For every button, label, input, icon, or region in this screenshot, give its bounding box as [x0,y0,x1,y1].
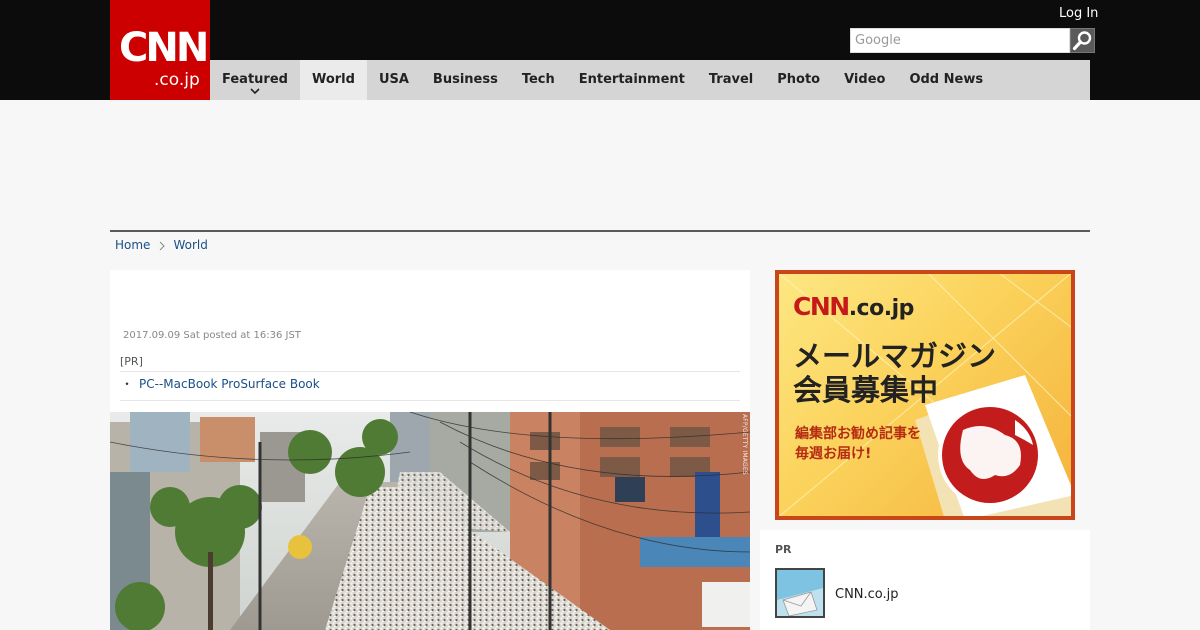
nav-label: Featured [222,72,288,87]
nav-label: Odd News [909,72,984,87]
banner-headline-2: 会員募集中 [793,373,939,407]
posted-timestamp: 2017.09.09 Sat posted at 16:36 JST [123,330,301,341]
banner-brand: CNN.co.jp [793,292,914,324]
side-pr-item[interactable]: CNN.co.jp [835,587,899,603]
pr-link[interactable]: ・ PC--MacBook ProSurface Book [120,376,740,401]
nav-entertainment[interactable]: Entertainment [567,60,697,100]
banner-subtext-1: 編集部お勧め記事を [795,426,921,442]
banner-brand-name: CNN [793,292,850,321]
nav-photo[interactable]: Photo [765,60,832,100]
nav-label: World [311,72,355,87]
breadcrumb-home[interactable]: Home [115,238,150,253]
side-pr-box: PR CNN.co.jp [760,530,1090,630]
cnn-logo[interactable]: CNN .co.jp [110,0,210,100]
magnifier-icon [1072,31,1092,51]
nav-travel[interactable]: Travel [697,60,765,100]
chevron-down-icon [250,88,260,95]
nav-usa[interactable]: USA [367,60,421,100]
top-bar: CNN .co.jp Log In Featured World USA Bus… [0,0,1200,100]
search-button[interactable] [1070,28,1095,53]
nav-label: Photo [777,72,821,87]
bullet: ・ [121,377,134,391]
newsletter-banner[interactable]: CNN.co.jp メールマガジン 会員募集中 編集部お勧め記事を 毎週お届け! [775,270,1075,520]
nav-label: Video [844,72,886,87]
photo-credit: AFP/GETTY IMAGES [741,414,748,475]
chevron-right-icon [160,241,166,250]
nav-featured[interactable]: Featured [210,60,300,100]
banner-brand-sub: .co.jp [848,296,915,321]
nav-label: Tech [521,72,555,87]
nav-label: Travel [708,72,754,87]
nav-world[interactable]: World [299,60,367,100]
side-pr-label: PR [775,543,792,556]
pr-link-text: PC--MacBook ProSurface Book [139,377,320,391]
logo-subtext: .co.jp [154,70,200,90]
nav-label: Business [432,72,498,87]
nav-video[interactable]: Video [832,60,897,100]
nav-business[interactable]: Business [421,60,510,100]
envelope-icon[interactable] [775,568,825,618]
nav-label: Entertainment [578,72,685,87]
breadcrumb-world[interactable]: World [173,238,207,253]
login-link[interactable]: Log In [1059,6,1098,22]
nav-odd-news[interactable]: Odd News [897,60,995,100]
breadcrumb: Home World [115,238,208,253]
main-nav: Featured World USA Business Tech Enterta… [210,60,1090,100]
pr-box: [PR] ・ PC--MacBook ProSurface Book [120,355,740,401]
pr-label: [PR] [120,355,740,372]
banner-headline-1: メールマガジン [793,339,997,373]
banner-subtext-2: 毎週お届け! [795,446,872,462]
article-photo: AFP/GETTY IMAGES [110,412,750,630]
nav-label: USA [378,72,409,87]
nav-tech[interactable]: Tech [510,60,567,100]
logo-text: CNN [119,25,209,71]
section-divider [110,230,1090,232]
search-input[interactable] [850,28,1070,53]
article-card: 2017.09.09 Sat posted at 16:36 JST [PR] … [110,270,750,630]
